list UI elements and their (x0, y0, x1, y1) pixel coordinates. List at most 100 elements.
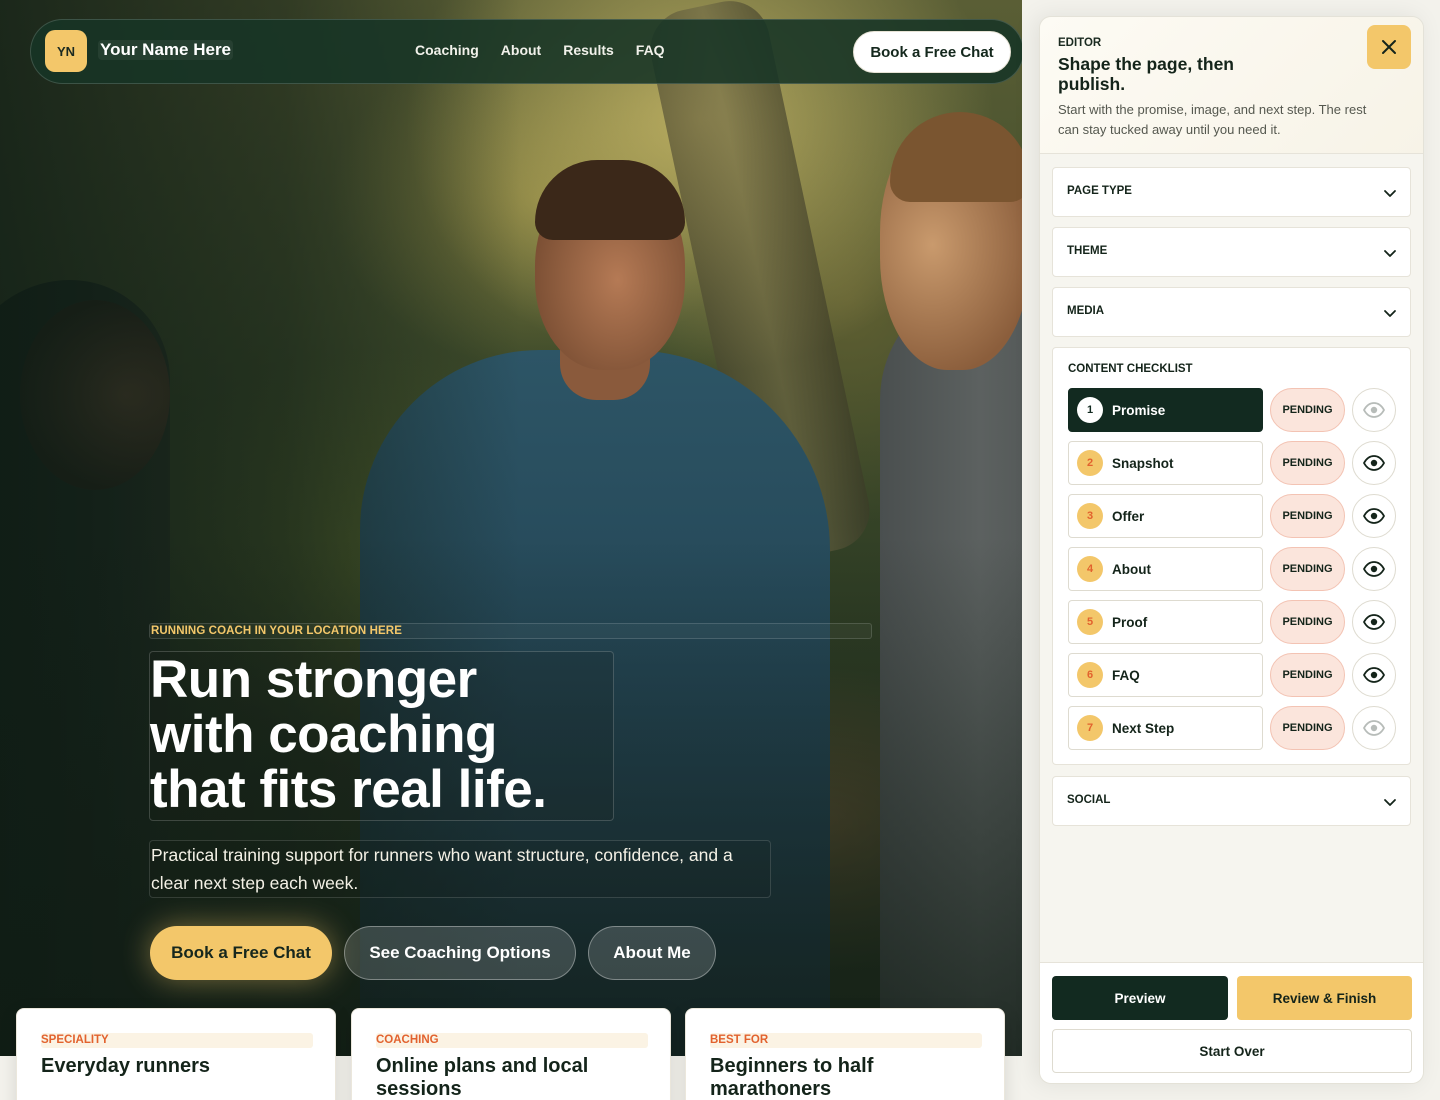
status-badge[interactable]: PENDING (1270, 653, 1345, 697)
checklist-item-button[interactable]: 2 Snapshot (1068, 441, 1263, 485)
checklist-item-label: Snapshot (1112, 455, 1174, 471)
checklist-item-button[interactable]: 1 Promise (1068, 388, 1263, 432)
editor-kicker: EDITOR (1058, 37, 1102, 49)
checklist-item-number: 1 (1077, 397, 1103, 423)
checklist-row: 4 About PENDING (1068, 547, 1398, 591)
card-label[interactable]: SPECIALITY (41, 1033, 313, 1048)
hero-subhead[interactable]: Practical training support for runners w… (149, 840, 771, 898)
editor-footer: Preview Review & Finish Start Over (1040, 962, 1423, 1083)
accordion-social[interactable]: SOCIAL (1052, 776, 1411, 826)
checklist-item-number: 4 (1077, 556, 1103, 582)
toggle-visibility-button[interactable] (1352, 494, 1396, 538)
chevron-down-icon (1384, 310, 1396, 317)
nav-link-faq[interactable]: FAQ (636, 42, 665, 58)
checklist-item-button[interactable]: 3 Offer (1068, 494, 1263, 538)
eye-icon (1363, 720, 1385, 736)
logo-badge[interactable]: YN (45, 30, 87, 72)
book-free-chat-button[interactable]: Book a Free Chat (150, 926, 332, 980)
eye-icon (1363, 455, 1385, 471)
status-badge[interactable]: PENDING (1270, 494, 1345, 538)
eye-icon (1363, 614, 1385, 630)
toggle-visibility-button[interactable] (1352, 706, 1396, 750)
checklist-item-label: Next Step (1112, 720, 1175, 736)
start-over-button[interactable]: Start Over (1052, 1029, 1412, 1073)
hero-section: YN Your Name Here Coaching About Results… (0, 0, 1022, 1056)
checklist-row: 5 Proof PENDING (1068, 600, 1398, 644)
accordion-label: SOCIAL (1067, 794, 1111, 806)
checklist-item-number: 5 (1077, 609, 1103, 635)
toggle-visibility-button[interactable] (1352, 388, 1396, 432)
status-badge[interactable]: PENDING (1270, 706, 1345, 750)
see-coaching-options-button[interactable]: See Coaching Options (344, 926, 576, 980)
nav-link-results[interactable]: Results (563, 42, 614, 58)
checklist-row: 1 Promise PENDING (1068, 388, 1398, 432)
checklist-item-label: Offer (1112, 508, 1145, 524)
status-badge[interactable]: PENDING (1270, 441, 1345, 485)
hero-headline[interactable]: Run stronger with coaching that fits rea… (149, 651, 614, 821)
chevron-down-icon (1384, 799, 1396, 806)
checklist-item-button[interactable]: 6 FAQ (1068, 653, 1263, 697)
toggle-visibility-button[interactable] (1352, 600, 1396, 644)
hero-headline-line: that fits real life. (150, 760, 547, 819)
checklist-item-label: About (1112, 561, 1151, 577)
content-checklist: CONTENT CHECKLIST 1 Promise PENDING 2 Snapsh… (1052, 347, 1411, 765)
top-navbar: YN Your Name Here Coaching About Results… (30, 19, 1022, 84)
card-label[interactable]: BEST FOR (710, 1033, 982, 1048)
checklist-row: 3 Offer PENDING (1068, 494, 1398, 538)
status-badge[interactable]: PENDING (1270, 600, 1345, 644)
checklist-title: CONTENT CHECKLIST (1068, 363, 1193, 375)
hero-eyebrow[interactable]: RUNNING COACH IN YOUR LOCATION HERE (149, 623, 872, 639)
hero-headline-line: Run stronger (150, 650, 477, 709)
close-icon (1382, 40, 1396, 54)
checklist-row: 7 Next Step PENDING (1068, 706, 1398, 750)
status-badge[interactable]: PENDING (1270, 547, 1345, 591)
eye-icon (1363, 508, 1385, 524)
card-title[interactable]: Beginners to half marathoners (710, 1055, 990, 1100)
eye-icon (1363, 402, 1385, 418)
status-badge[interactable]: PENDING (1270, 388, 1345, 432)
eye-icon (1363, 561, 1385, 577)
hero-headline-line: with coaching (150, 705, 497, 764)
chevron-down-icon (1384, 190, 1396, 197)
accordion-theme[interactable]: THEME (1052, 227, 1411, 277)
nav-links: Coaching About Results FAQ (415, 42, 665, 58)
toggle-visibility-button[interactable] (1352, 653, 1396, 697)
checklist-item-label: Proof (1112, 614, 1148, 630)
nav-link-coaching[interactable]: Coaching (415, 42, 479, 58)
hero-photo-person-center-hair (535, 160, 685, 240)
editor-header: EDITOR Shape the page, then publish. Sta… (1040, 17, 1423, 154)
checklist-item-number: 6 (1077, 662, 1103, 688)
checklist-item-number: 7 (1077, 715, 1103, 741)
accordion-label: MEDIA (1067, 305, 1105, 317)
review-finish-button[interactable]: Review & Finish (1237, 976, 1412, 1020)
checklist-item-number: 3 (1077, 503, 1103, 529)
card-label[interactable]: COACHING (376, 1033, 648, 1048)
accordion-media[interactable]: MEDIA (1052, 287, 1411, 337)
nav-book-chat-button[interactable]: Book a Free Chat (853, 31, 1011, 73)
feature-card-best-for: BEST FOR Beginners to half marathoners (685, 1008, 1005, 1100)
checklist-row: 2 Snapshot PENDING (1068, 441, 1398, 485)
accordion-page-type[interactable]: PAGE TYPE (1052, 167, 1411, 217)
feature-card-coaching: COACHING Online plans and local sessions (351, 1008, 671, 1100)
accordion-label: PAGE TYPE (1067, 185, 1132, 197)
editor-panel: EDITOR Shape the page, then publish. Sta… (1039, 16, 1424, 1084)
chevron-down-icon (1384, 250, 1396, 257)
hero-photo-person-right-hair (890, 112, 1022, 202)
checklist-item-number: 2 (1077, 450, 1103, 476)
checklist-item-button[interactable]: 7 Next Step (1068, 706, 1263, 750)
card-title[interactable]: Online plans and local sessions (376, 1055, 656, 1100)
accordion-label: THEME (1067, 245, 1108, 257)
toggle-visibility-button[interactable] (1352, 547, 1396, 591)
nav-link-about[interactable]: About (501, 42, 541, 58)
checklist-item-button[interactable]: 4 About (1068, 547, 1263, 591)
card-title[interactable]: Everyday runners (41, 1055, 321, 1078)
checklist-item-button[interactable]: 5 Proof (1068, 600, 1263, 644)
close-editor-button[interactable] (1367, 25, 1411, 69)
brand-name[interactable]: Your Name Here (98, 40, 234, 60)
about-me-button[interactable]: About Me (588, 926, 716, 980)
toggle-visibility-button[interactable] (1352, 441, 1396, 485)
editor-description: Start with the promise, image, and next … (1058, 102, 1367, 137)
checklist-item-label: Promise (1112, 402, 1166, 418)
editor-title: Shape the page, then publish. (1058, 54, 1234, 94)
preview-button[interactable]: Preview (1052, 976, 1228, 1020)
